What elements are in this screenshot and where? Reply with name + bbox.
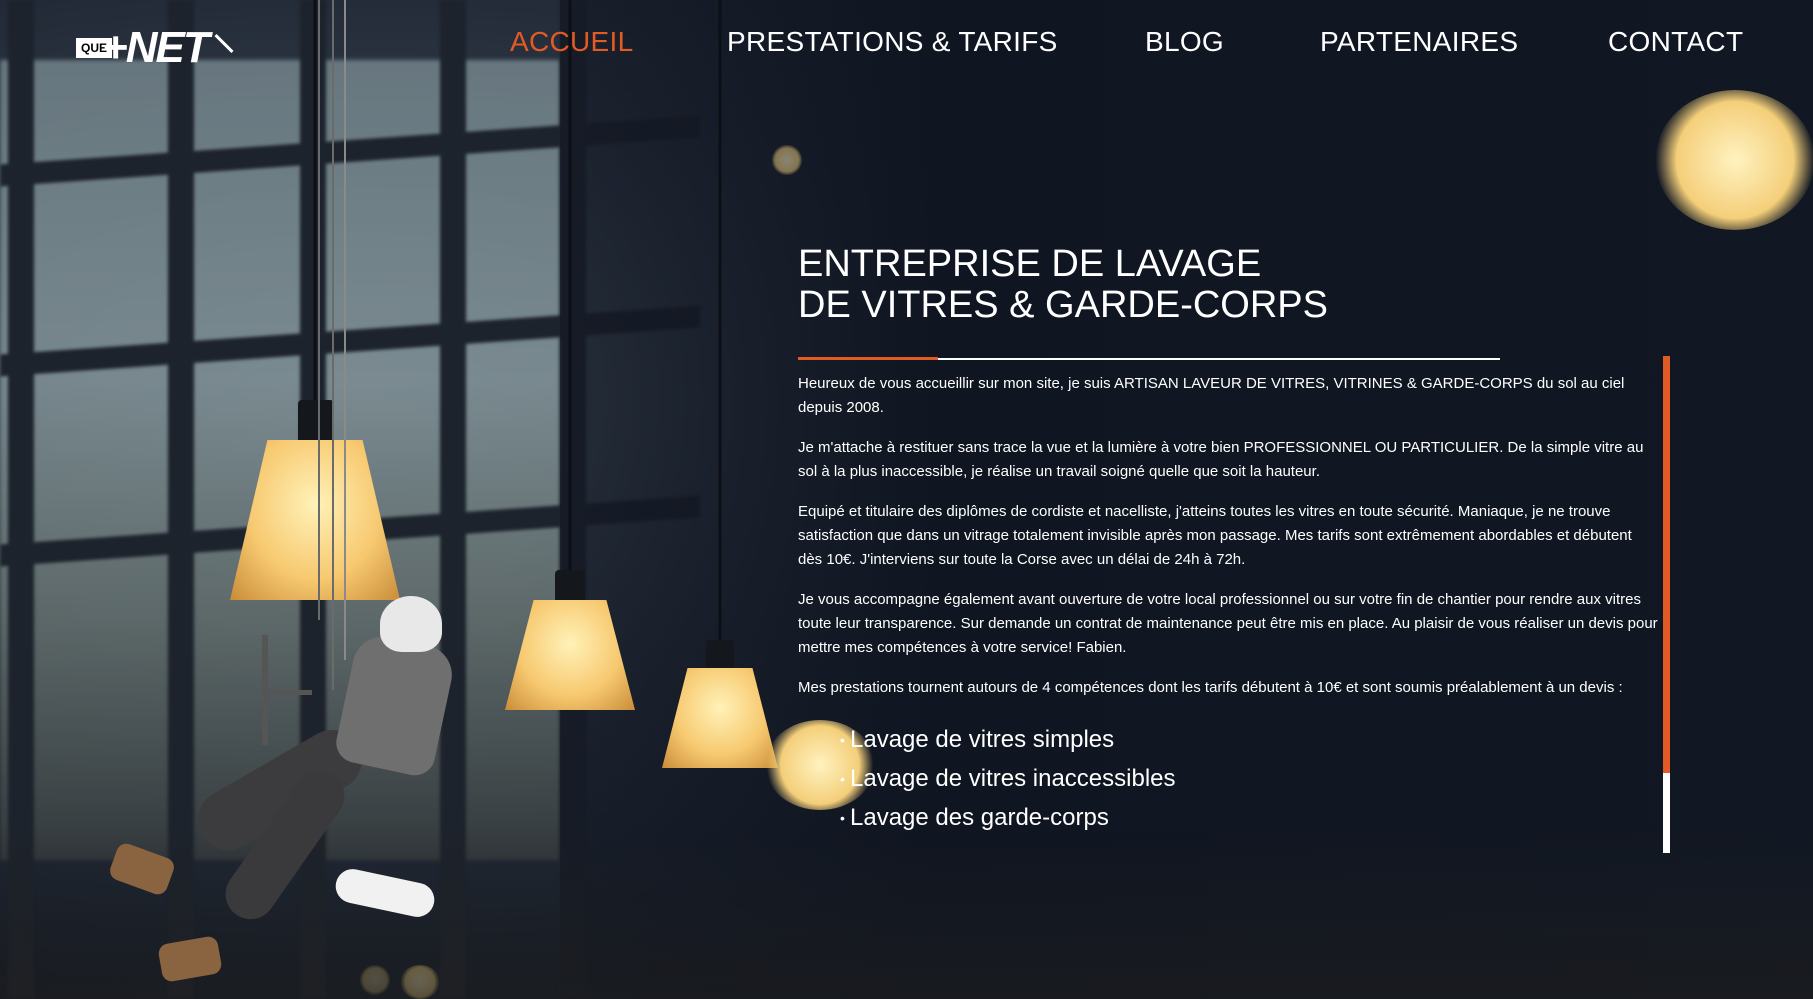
list-item: Lavage de vitres simples [840,720,1660,760]
title-line-1: ENTREPRISE DE LAVAGE [798,243,1262,285]
content-scrollbar[interactable] [1663,356,1670,853]
logo-text: +NET [102,23,210,72]
site-logo[interactable]: QUE +NET [76,23,234,74]
intro-paragraph: Je m'attache à restituer sans trace la v… [798,439,1644,480]
nav-blog[interactable]: BLOG [1145,26,1224,58]
page-title: ENTREPRISE DE LAVAGE DE VITRES & GARDE-C… [798,244,1660,326]
rope [332,0,334,690]
rope [318,0,320,620]
title-line-2: DE VITRES & GARDE-CORPS [798,284,1328,326]
squeegee-icon [214,33,234,54]
intro-paragraph: Je vous accompagne également avant ouver… [798,591,1658,656]
list-item: Lavage de vitres inaccessibles [840,759,1660,799]
intro-paragraph: Heureux de vous accueillir sur mon site,… [798,375,1625,416]
intro-text-scroll-area[interactable]: Heureux de vous accueillir sur mon site,… [798,360,1668,852]
nav-contact[interactable]: CONTACT [1608,26,1743,58]
intro-paragraph: Mes prestations tournent autours de 4 co… [798,679,1623,696]
list-item: Lavage des garde-corps [840,798,1660,838]
intro-paragraph: Equipé et titulaire des diplômes de cord… [798,503,1632,568]
nav-prestations-tarifs[interactable]: PRESTATIONS & TARIFS [727,26,1058,58]
lamp-glow [772,145,802,175]
rope [344,0,346,660]
site-header: QUE +NET ACCUEIL PRESTATIONS & TARIFS BL… [0,0,1813,90]
lamp-glow [1655,90,1813,230]
services-list: Lavage de vitres simples Lavage de vitre… [840,720,1660,838]
scrollbar-thumb[interactable] [1663,356,1670,773]
nav-accueil[interactable]: ACCUEIL [510,26,633,58]
nav-partenaires[interactable]: PARTENAIRES [1320,26,1518,58]
intro-section: ENTREPRISE DE LAVAGE DE VITRES & GARDE-C… [798,244,1660,360]
